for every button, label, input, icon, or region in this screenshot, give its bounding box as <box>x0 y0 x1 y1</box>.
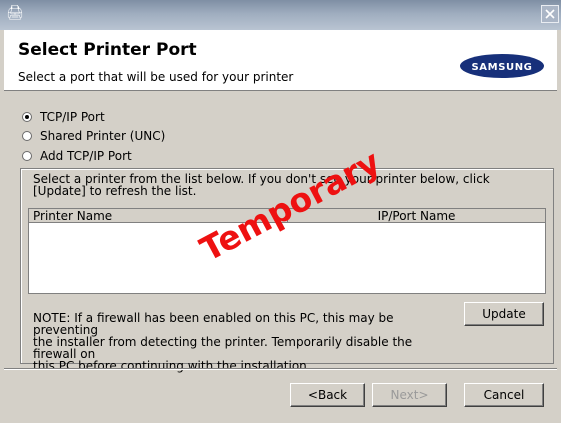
radio-tcpip-port[interactable]: TCP/IP Port <box>22 109 105 125</box>
close-icon <box>545 9 555 19</box>
printer-list-table[interactable]: Printer Name IP/Port Name <box>28 208 546 294</box>
radio-label-shared: Shared Printer (UNC) <box>40 129 166 143</box>
radio-button[interactable] <box>22 151 32 161</box>
note-line: this PC before continuing with the insta… <box>33 359 311 373</box>
title-bar: 🖨 <box>0 0 561 30</box>
cancel-button[interactable]: Cancel <box>464 383 544 407</box>
page-title: Select Printer Port <box>18 40 197 60</box>
update-button[interactable]: Update <box>464 302 544 326</box>
firewall-note: NOTE: If a firewall has been enabled on … <box>33 312 453 372</box>
page-subtitle: Select a port that will be used for your… <box>18 70 294 84</box>
note-line: NOTE: If a firewall has been enabled on … <box>33 311 394 337</box>
wizard-header: Select Printer Port Select a port that w… <box>4 30 557 91</box>
instructions-line: [Update] to refresh the list. <box>33 184 197 198</box>
radio-button[interactable] <box>22 112 32 122</box>
radio-label-add-tcpip: Add TCP/IP Port <box>40 149 132 163</box>
installer-icon: 🖨 <box>6 5 24 21</box>
note-line: the installer from detecting the printer… <box>33 335 413 361</box>
column-header-printer-name[interactable]: Printer Name <box>29 209 288 223</box>
radio-add-tcpip-port[interactable]: Add TCP/IP Port <box>22 148 132 164</box>
radio-label-tcpip: TCP/IP Port <box>40 110 105 124</box>
next-button[interactable]: Next> <box>372 383 447 407</box>
column-header-ip-port-name[interactable]: IP/Port Name <box>288 209 545 223</box>
samsung-logo-text: SAMSUNG <box>472 62 533 73</box>
samsung-logo: SAMSUNG <box>460 54 544 78</box>
footer-separator <box>4 368 557 370</box>
back-button[interactable]: <Back <box>290 383 365 407</box>
close-button[interactable] <box>541 5 559 23</box>
radio-button[interactable] <box>22 131 32 141</box>
radio-shared-printer[interactable]: Shared Printer (UNC) <box>22 128 165 144</box>
instructions-text: Select a printer from the list below. If… <box>33 173 493 197</box>
